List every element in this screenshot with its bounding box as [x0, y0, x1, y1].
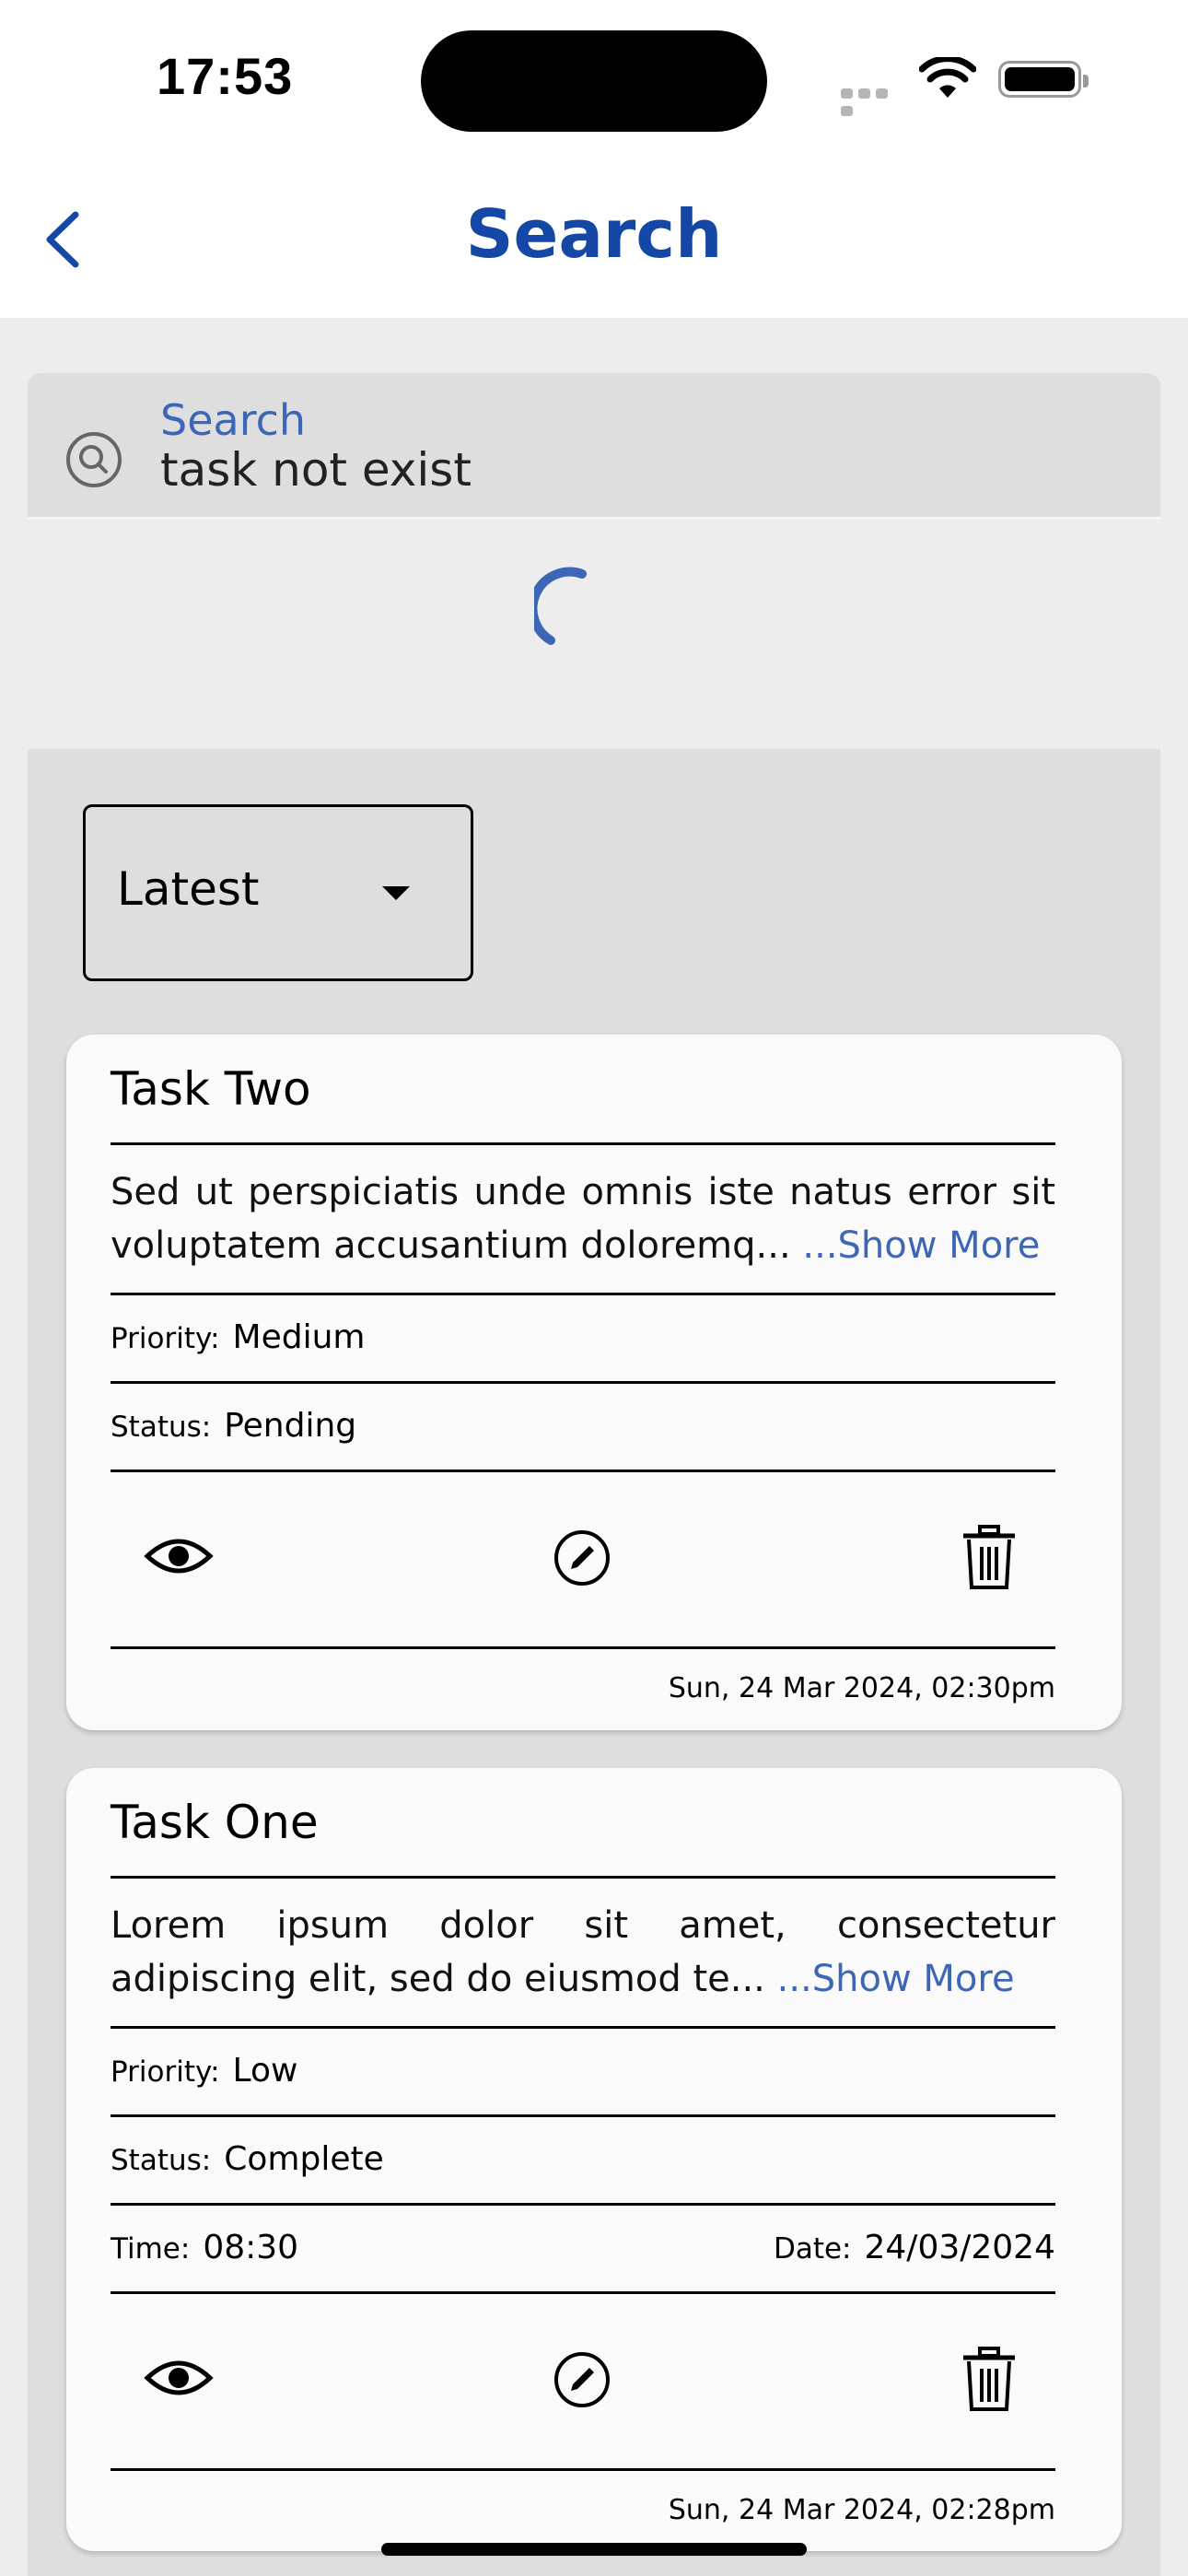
divider	[111, 1469, 1055, 1472]
divider	[111, 2291, 1055, 2294]
task-timestamp: Sun, 24 Mar 2024, 02:30pm	[668, 1672, 1055, 1704]
show-more-link[interactable]: ...Show More	[765, 1958, 1015, 2000]
divider	[111, 2114, 1055, 2117]
cellular-signal-icon	[841, 85, 905, 116]
date-value: 24/03/2024	[864, 2229, 1056, 2266]
edit-pencil-icon[interactable]	[553, 2350, 611, 2409]
divider	[111, 2203, 1055, 2206]
status-bar: 17:53	[0, 0, 1188, 157]
divider	[111, 2026, 1055, 2029]
wifi-icon	[919, 57, 976, 98]
time-label: Time:	[111, 2232, 191, 2266]
task-description: Sed ut perspiciatis unde omnis iste natu…	[111, 1171, 1055, 1267]
search-icon	[66, 432, 122, 487]
battery-icon	[998, 61, 1089, 98]
time-value: 08:30	[203, 2229, 299, 2266]
task-card[interactable]: Task One Lorem ipsum dolor sit amet, con…	[66, 1768, 1122, 2551]
task-title: Task Two	[111, 1062, 311, 1116]
status-row: Status: Complete	[111, 2140, 1055, 2178]
edit-pencil-icon[interactable]	[553, 1528, 611, 1587]
page-title: Search	[465, 195, 723, 273]
task-card[interactable]: Task Two Sed ut perspiciatis unde omnis …	[66, 1035, 1122, 1730]
loading-spinner-icon	[534, 567, 587, 645]
status-value: Complete	[224, 2140, 384, 2178]
priority-row: Priority: Medium	[111, 1318, 1055, 1356]
delete-trash-icon[interactable]	[961, 2347, 1017, 2413]
view-eye-icon[interactable]	[144, 2356, 214, 2400]
status-row: Status: Pending	[111, 1407, 1055, 1445]
show-more-link[interactable]: ...Show More	[791, 1224, 1040, 1267]
caret-down-icon	[382, 886, 410, 900]
priority-label: Priority:	[111, 1322, 220, 1355]
search-input[interactable]: Search task not exist	[28, 373, 1160, 519]
time-date-row: Time: 08:30 Date: 24/03/2024	[111, 2229, 1055, 2266]
status-value: Pending	[224, 1407, 357, 1445]
status-label: Status:	[111, 2144, 212, 2177]
search-field-label: Search	[160, 395, 307, 445]
search-field-value[interactable]: task not exist	[160, 443, 472, 497]
delete-trash-icon[interactable]	[961, 1525, 1017, 1591]
priority-label: Priority:	[111, 2055, 220, 2089]
priority-row: Priority: Low	[111, 2052, 1055, 2090]
priority-value: Low	[232, 2052, 298, 2090]
search-underline	[28, 517, 1160, 520]
view-eye-icon[interactable]	[144, 1534, 214, 1578]
navigation-bar: Search	[0, 157, 1188, 318]
priority-value: Medium	[232, 1318, 366, 1356]
sort-dropdown[interactable]: Latest	[83, 804, 473, 981]
status-label: Status:	[111, 1411, 212, 1444]
divider	[111, 1646, 1055, 1649]
clock: 17:53	[157, 47, 294, 105]
date-label: Date:	[773, 2232, 852, 2266]
divider	[111, 1876, 1055, 1879]
task-title: Task One	[111, 1796, 319, 1849]
divider	[111, 1293, 1055, 1295]
dynamic-island	[421, 30, 767, 132]
task-description: Lorem ipsum dolor sit amet, consectetur …	[111, 1904, 1055, 2000]
task-timestamp: Sun, 24 Mar 2024, 02:28pm	[668, 2494, 1055, 2526]
sort-selected-value: Latest	[117, 862, 260, 916]
home-indicator[interactable]	[381, 2543, 807, 2556]
divider	[111, 2468, 1055, 2471]
divider	[111, 1381, 1055, 1384]
divider	[111, 1142, 1055, 1145]
